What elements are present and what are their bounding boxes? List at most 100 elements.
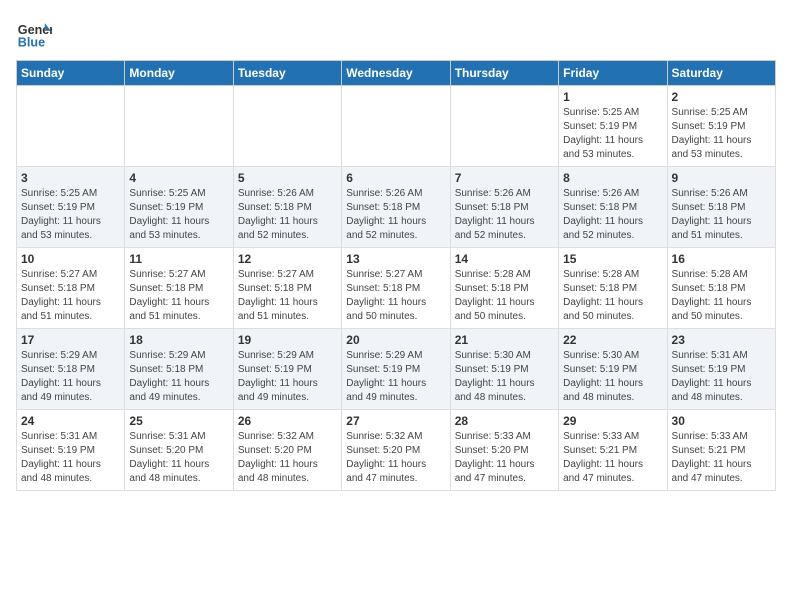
calendar-cell [450,86,558,167]
day-number: 12 [238,252,337,266]
day-number: 4 [129,171,228,185]
day-info: Sunrise: 5:29 AM Sunset: 5:19 PM Dayligh… [238,349,337,405]
calendar-week-row: 3 Sunrise: 5:25 AM Sunset: 5:19 PM Daylig… [17,167,776,248]
day-number: 6 [346,171,445,185]
calendar-cell: 11 Sunrise: 5:27 AM Sunset: 5:18 PM Dayli… [125,248,233,329]
calendar-week-row: 17 Sunrise: 5:29 AM Sunset: 5:18 PM Dayli… [17,329,776,410]
calendar-cell: 24 Sunrise: 5:31 AM Sunset: 5:19 PM Dayli… [17,410,125,491]
day-info: Sunrise: 5:32 AM Sunset: 5:20 PM Dayligh… [238,430,337,486]
calendar-cell: 19 Sunrise: 5:29 AM Sunset: 5:19 PM Dayli… [233,329,341,410]
day-number: 19 [238,333,337,347]
day-info: Sunrise: 5:33 AM Sunset: 5:21 PM Dayligh… [563,430,662,486]
day-info: Sunrise: 5:25 AM Sunset: 5:19 PM Dayligh… [129,187,228,243]
day-info: Sunrise: 5:28 AM Sunset: 5:18 PM Dayligh… [563,268,662,324]
day-info: Sunrise: 5:33 AM Sunset: 5:21 PM Dayligh… [672,430,771,486]
calendar-cell: 1 Sunrise: 5:25 AM Sunset: 5:19 PM Daylig… [559,86,667,167]
day-info: Sunrise: 5:29 AM Sunset: 5:18 PM Dayligh… [21,349,120,405]
day-number: 13 [346,252,445,266]
day-number: 11 [129,252,228,266]
day-number: 27 [346,414,445,428]
weekday-header-friday: Friday [559,61,667,86]
calendar-cell: 25 Sunrise: 5:31 AM Sunset: 5:20 PM Dayli… [125,410,233,491]
day-number: 5 [238,171,337,185]
day-number: 25 [129,414,228,428]
calendar-cell: 16Sunrise: 5:28 AM Sunset: 5:18 PM Dayli… [667,248,775,329]
day-info: Sunrise: 5:33 AM Sunset: 5:20 PM Dayligh… [455,430,554,486]
day-number: 2 [672,90,771,104]
logo-icon: General Blue [16,16,52,52]
day-number: 14 [455,252,554,266]
day-number: 26 [238,414,337,428]
day-info: Sunrise: 5:26 AM Sunset: 5:18 PM Dayligh… [672,187,771,243]
svg-text:Blue: Blue [18,36,45,50]
day-number: 9 [672,171,771,185]
day-info: Sunrise: 5:27 AM Sunset: 5:18 PM Dayligh… [21,268,120,324]
calendar-week-row: 10 Sunrise: 5:27 AM Sunset: 5:18 PM Dayli… [17,248,776,329]
day-info: Sunrise: 5:32 AM Sunset: 5:20 PM Dayligh… [346,430,445,486]
day-info: Sunrise: 5:26 AM Sunset: 5:18 PM Dayligh… [238,187,337,243]
day-info: Sunrise: 5:26 AM Sunset: 5:18 PM Dayligh… [563,187,662,243]
day-info: Sunrise: 5:28 AM Sunset: 5:18 PM Dayligh… [455,268,554,324]
calendar-cell [233,86,341,167]
day-number: 3 [21,171,120,185]
calendar-cell: 21 Sunrise: 5:30 AM Sunset: 5:19 PM Dayli… [450,329,558,410]
day-info: Sunrise: 5:27 AM Sunset: 5:18 PM Dayligh… [346,268,445,324]
calendar-cell: 18 Sunrise: 5:29 AM Sunset: 5:18 PM Dayli… [125,329,233,410]
calendar-cell: 28 Sunrise: 5:33 AM Sunset: 5:20 PM Dayli… [450,410,558,491]
calendar-cell: 6Sunrise: 5:26 AM Sunset: 5:18 PM Daylig… [342,167,450,248]
calendar-cell: 15Sunrise: 5:28 AM Sunset: 5:18 PM Dayli… [559,248,667,329]
day-info: Sunrise: 5:25 AM Sunset: 5:19 PM Dayligh… [563,106,662,162]
calendar-week-row: 24 Sunrise: 5:31 AM Sunset: 5:19 PM Dayli… [17,410,776,491]
calendar-cell: 23Sunrise: 5:31 AM Sunset: 5:19 PM Dayli… [667,329,775,410]
day-number: 21 [455,333,554,347]
day-info: Sunrise: 5:30 AM Sunset: 5:19 PM Dayligh… [455,349,554,405]
calendar-cell: 17 Sunrise: 5:29 AM Sunset: 5:18 PM Dayli… [17,329,125,410]
calendar-cell: 13 Sunrise: 5:27 AM Sunset: 5:18 PM Dayli… [342,248,450,329]
day-number: 10 [21,252,120,266]
calendar-week-row: 1 Sunrise: 5:25 AM Sunset: 5:19 PM Daylig… [17,86,776,167]
day-info: Sunrise: 5:25 AM Sunset: 5:19 PM Dayligh… [21,187,120,243]
calendar-table: SundayMondayTuesdayWednesdayThursdayFrid… [16,60,776,491]
day-number: 24 [21,414,120,428]
day-number: 1 [563,90,662,104]
day-number: 22 [563,333,662,347]
weekday-header-wednesday: Wednesday [342,61,450,86]
day-number: 29 [563,414,662,428]
day-info: Sunrise: 5:26 AM Sunset: 5:18 PM Dayligh… [455,187,554,243]
calendar-cell [17,86,125,167]
day-info: Sunrise: 5:25 AM Sunset: 5:19 PM Dayligh… [672,106,771,162]
day-number: 7 [455,171,554,185]
weekday-header-tuesday: Tuesday [233,61,341,86]
weekday-header-saturday: Saturday [667,61,775,86]
day-info: Sunrise: 5:27 AM Sunset: 5:18 PM Dayligh… [238,268,337,324]
calendar-cell: 4 Sunrise: 5:25 AM Sunset: 5:19 PM Daylig… [125,167,233,248]
weekday-header-thursday: Thursday [450,61,558,86]
day-number: 18 [129,333,228,347]
day-number: 20 [346,333,445,347]
weekday-header-monday: Monday [125,61,233,86]
calendar-cell: 10 Sunrise: 5:27 AM Sunset: 5:18 PM Dayli… [17,248,125,329]
calendar-cell: 26 Sunrise: 5:32 AM Sunset: 5:20 PM Dayli… [233,410,341,491]
day-info: Sunrise: 5:31 AM Sunset: 5:19 PM Dayligh… [21,430,120,486]
day-info: Sunrise: 5:31 AM Sunset: 5:20 PM Dayligh… [129,430,228,486]
day-info: Sunrise: 5:27 AM Sunset: 5:18 PM Dayligh… [129,268,228,324]
day-number: 30 [672,414,771,428]
calendar-cell: 9 Sunrise: 5:26 AM Sunset: 5:18 PM Daylig… [667,167,775,248]
calendar-cell: 22 Sunrise: 5:30 AM Sunset: 5:19 PM Dayli… [559,329,667,410]
calendar-cell: 2 Sunrise: 5:25 AM Sunset: 5:19 PM Daylig… [667,86,775,167]
calendar-cell: 5 Sunrise: 5:26 AM Sunset: 5:18 PM Daylig… [233,167,341,248]
day-info: Sunrise: 5:30 AM Sunset: 5:19 PM Dayligh… [563,349,662,405]
day-info: Sunrise: 5:29 AM Sunset: 5:18 PM Dayligh… [129,349,228,405]
day-number: 28 [455,414,554,428]
calendar-cell: 7 Sunrise: 5:26 AM Sunset: 5:18 PM Daylig… [450,167,558,248]
calendar-cell: 14 Sunrise: 5:28 AM Sunset: 5:18 PM Dayli… [450,248,558,329]
calendar-cell: 27 Sunrise: 5:32 AM Sunset: 5:20 PM Dayli… [342,410,450,491]
day-number: 17 [21,333,120,347]
logo: General Blue [16,16,52,52]
weekday-header-sunday: Sunday [17,61,125,86]
calendar-cell [125,86,233,167]
day-info: Sunrise: 5:31 AM Sunset: 5:19 PM Dayligh… [672,349,771,405]
calendar-header-row: SundayMondayTuesdayWednesdayThursdayFrid… [17,61,776,86]
calendar-cell: 8Sunrise: 5:26 AM Sunset: 5:18 PM Daylig… [559,167,667,248]
page-header: General Blue [16,16,776,52]
